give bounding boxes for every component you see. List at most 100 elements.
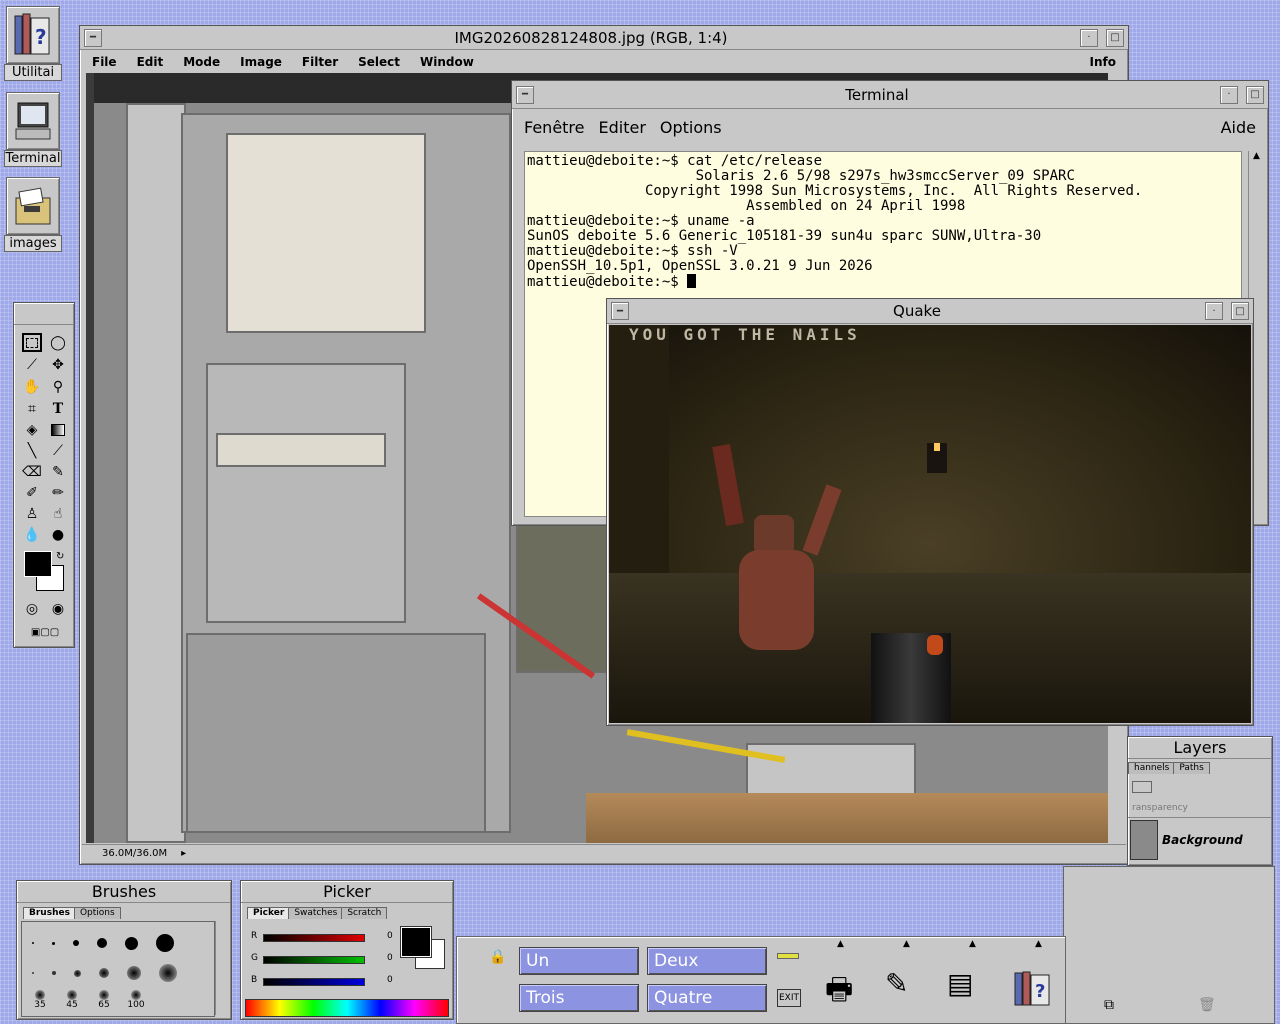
tab-picker[interactable]: Picker: [247, 907, 291, 919]
brush-tip[interactable]: [159, 964, 177, 982]
subpanel-arrow-icon[interactable]: ▲: [969, 939, 976, 949]
subpanel-arrow-icon[interactable]: ▲: [837, 939, 844, 949]
color-ramp[interactable]: [245, 999, 449, 1017]
line-tool-icon[interactable]: ╲: [22, 441, 42, 460]
subpanel-arrow-icon[interactable]: ▲: [1035, 939, 1042, 949]
scroll-up-icon[interactable]: ▲: [1249, 151, 1264, 161]
smudge-tool-icon[interactable]: ☝: [48, 504, 68, 523]
brush-tip[interactable]: 100: [122, 990, 150, 1010]
menu-info[interactable]: Info: [1080, 55, 1126, 69]
menu-image[interactable]: Image: [230, 55, 292, 69]
green-value[interactable]: 0: [387, 953, 393, 963]
swap-colors-icon[interactable]: ↻: [56, 551, 64, 562]
workspace-button-un[interactable]: Un: [519, 947, 639, 975]
menu-file[interactable]: File: [82, 55, 127, 69]
red-value[interactable]: 0: [387, 931, 393, 941]
zoom-tool-icon[interactable]: ⚲: [48, 377, 68, 396]
status-arrow-icon[interactable]: ▸: [181, 848, 186, 859]
tab-options[interactable]: Options: [73, 907, 121, 919]
brush-tip[interactable]: [73, 940, 79, 946]
picker-foreground-swatch[interactable]: [400, 926, 432, 958]
app-manager-icon[interactable]: ▤: [947, 967, 973, 1000]
eyedropper-tool-icon[interactable]: ⟋: [48, 441, 68, 460]
workspace-button-quatre[interactable]: Quatre: [647, 984, 767, 1012]
menu-window[interactable]: Window: [410, 55, 484, 69]
menu-filter[interactable]: Filter: [292, 55, 348, 69]
brush-tip[interactable]: [52, 941, 55, 945]
maximize-button[interactable]: □: [1106, 28, 1124, 47]
style-manager-icon[interactable]: ✎: [885, 967, 908, 1000]
menu-mode[interactable]: Mode: [173, 55, 230, 69]
lock-icon[interactable]: 🔒: [489, 949, 506, 965]
move-tool-icon[interactable]: ✥: [48, 355, 68, 374]
quick-mask-mode-icon[interactable]: ◉: [48, 599, 68, 618]
paint-bucket-tool-icon[interactable]: ◈: [22, 420, 42, 439]
printer-icon[interactable]: 🖶: [825, 967, 853, 1018]
brush-grid[interactable]: 35 45 65 100: [21, 921, 215, 1017]
menu-select[interactable]: Select: [348, 55, 410, 69]
brush-tip[interactable]: [156, 934, 174, 952]
type-tool-icon[interactable]: T: [48, 399, 68, 418]
terminal-titlebar[interactable]: ━ Terminal · □: [512, 81, 1268, 109]
brush-tip[interactable]: [32, 942, 34, 944]
toolbox-titlebar[interactable]: [14, 303, 74, 325]
brush-tip[interactable]: [74, 969, 81, 977]
desktop-icon-terminal[interactable]: Terminal: [4, 92, 62, 167]
layer-row-background[interactable]: Background: [1128, 817, 1272, 861]
brush-tip[interactable]: 35: [26, 990, 54, 1010]
menu-fenetre[interactable]: Fenêtre: [514, 118, 595, 137]
brush-tip[interactable]: [127, 966, 141, 980]
window-menu-button[interactable]: ━: [516, 85, 534, 104]
maximize-button[interactable]: □: [1231, 302, 1249, 320]
window-menu-button[interactable]: ━: [84, 28, 102, 47]
eraser-tool-icon[interactable]: ⌫: [22, 462, 42, 481]
burn-tool-icon[interactable]: ●: [48, 525, 68, 544]
tab-paths[interactable]: Paths: [1173, 762, 1210, 774]
screen-mode-icons[interactable]: ▣▢▢: [22, 623, 68, 642]
tab-brushes[interactable]: Brushes: [23, 907, 76, 919]
menu-options[interactable]: Options: [650, 118, 732, 137]
image-window-titlebar[interactable]: ━ IMG20260828124808.jpg (RGB, 1:4) · □: [80, 26, 1128, 50]
blue-value[interactable]: 0: [387, 975, 393, 985]
workspace-add-icon[interactable]: ⧉: [1104, 997, 1114, 1013]
tab-swatches[interactable]: Swatches: [288, 907, 344, 919]
hand-tool-icon[interactable]: ✋: [22, 377, 42, 396]
subpanel-arrow-icon[interactable]: ▲: [903, 939, 910, 949]
rubber-stamp-tool-icon[interactable]: ♙: [22, 504, 42, 523]
desktop-icon-utilitaires[interactable]: ? Utilitai: [4, 6, 62, 81]
exit-button[interactable]: EXIT: [777, 989, 801, 1007]
minimize-button[interactable]: ·: [1205, 302, 1223, 320]
minimize-button[interactable]: ·: [1080, 28, 1098, 47]
tab-scratch[interactable]: Scratch: [341, 907, 388, 919]
brush-tip[interactable]: 65: [90, 990, 118, 1010]
brushes-scrollbar[interactable]: [215, 921, 229, 1015]
pencil-tool-icon[interactable]: ✎: [48, 462, 68, 481]
brush-tip[interactable]: [125, 936, 138, 950]
menu-editer[interactable]: Editer: [595, 118, 650, 137]
foreground-color-swatch[interactable]: [24, 551, 52, 577]
quake-titlebar[interactable]: ━ Quake · □: [607, 299, 1253, 324]
layer-mode-dropdown[interactable]: [1132, 781, 1152, 793]
workspace-button-trois[interactable]: Trois: [519, 984, 639, 1012]
brush-tip[interactable]: [97, 938, 107, 948]
minimize-button[interactable]: ·: [1220, 85, 1238, 104]
menu-aide[interactable]: Aide: [1211, 118, 1266, 137]
blur-tool-icon[interactable]: 💧: [22, 525, 42, 544]
brush-tip[interactable]: 45: [58, 990, 86, 1010]
marquee-tool-icon[interactable]: [22, 333, 42, 352]
trash-icon[interactable]: 🗑: [1198, 997, 1216, 1013]
paintbrush-tool-icon[interactable]: ✏: [48, 483, 68, 502]
standard-mode-icon[interactable]: ◎: [22, 599, 42, 618]
gradient-tool-icon[interactable]: [48, 420, 68, 439]
blue-slider[interactable]: [263, 978, 365, 986]
lasso-tool-icon[interactable]: ◯: [48, 333, 68, 352]
brush-tip[interactable]: [32, 972, 34, 974]
tab-channels[interactable]: hannels: [1128, 762, 1176, 774]
maximize-button[interactable]: □: [1246, 85, 1264, 104]
magic-wand-tool-icon[interactable]: ⟋: [22, 355, 42, 374]
quake-game-view[interactable]: YOU GOT THE NAILS: [609, 325, 1251, 723]
red-slider[interactable]: [263, 934, 365, 942]
green-slider[interactable]: [263, 956, 365, 964]
help-manager-icon[interactable]: ?: [1013, 971, 1053, 1007]
workspace-button-deux[interactable]: Deux: [647, 947, 767, 975]
